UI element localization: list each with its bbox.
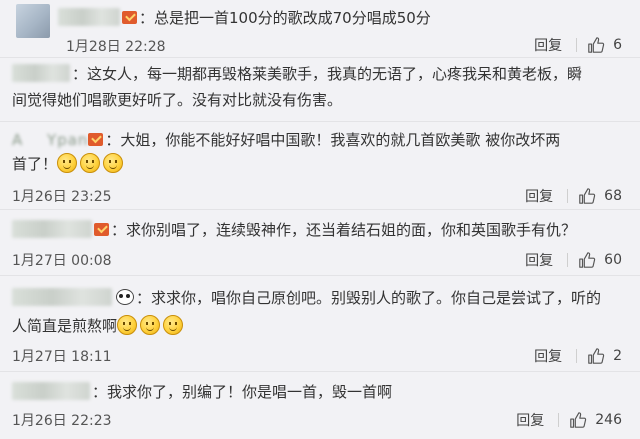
comment-date: 1月26日 23:25 (12, 189, 112, 205)
username[interactable]: A Ypan (12, 131, 88, 149)
comment-text-line-2: 首了！ (12, 155, 58, 173)
comment-text-line-1: ：大姐，你能不能好好唱中国歌！我喜欢的就几首欧美歌 被你改坏两 (105, 131, 561, 149)
comment-date: 1月27日 18:11 (12, 349, 112, 365)
comment-item: ：求求你，唱你自己原创吧。别毁别人的歌了。你自己是尝试了，听的 人简直是煎熬啊 … (0, 276, 640, 372)
verified-badge-icon (94, 223, 109, 236)
reply-button[interactable]: 回复 (534, 35, 562, 55)
divider (567, 253, 569, 267)
reply-button[interactable]: 回复 (525, 186, 553, 206)
username[interactable] (12, 220, 92, 238)
comment-text-line-1: ：求求你，唱你自己原创吧。别毁别人的歌了。你自己是尝试了，听的 (136, 289, 602, 307)
comment-text: ：总是把一首100分的歌改成70分唱成50分 (139, 9, 431, 27)
comment-item: ：我求你了，别编了！你是唱一首，毁一首啊 1月26日 22:23 回复 246 (0, 372, 640, 439)
comment-text: ：求你别唱了，连续毁神作，还当着结石姐的面，你和英国歌手有仇？ (111, 221, 577, 239)
like-count: 246 (595, 412, 622, 428)
emoji-icon (80, 153, 101, 173)
comment-item: ：总是把一首100分的歌改成70分唱成50分 1月28日 22:28 回复 6 (0, 0, 640, 58)
thumbs-up-icon[interactable] (587, 36, 605, 54)
like-count: 60 (604, 252, 622, 268)
verified-badge-icon (88, 133, 104, 146)
emoji-icon (163, 315, 184, 335)
thumbs-up-icon[interactable] (578, 251, 596, 269)
thumbs-up-icon[interactable] (569, 411, 587, 429)
comment-actions: 回复 2 (534, 346, 622, 366)
thumbs-up-icon[interactable] (587, 347, 605, 365)
comment-date: 1月27日 00:08 (12, 253, 112, 269)
comment-text-line-2: 间觉得她们唱歌更好听了。没有对比就没有伤害。 (12, 91, 343, 109)
comment-text-line-1: ：这女人，每一期都再毁格莱美歌手，我真的无语了，心疼我呆和黄老板，瞬 (72, 65, 583, 83)
comment-actions: 回复 246 (516, 410, 622, 430)
emoji-icon (57, 153, 78, 173)
comment-date: 1月26日 22:23 (12, 413, 112, 429)
comment-item: ：这女人，每一期都再毁格莱美歌手，我真的无语了，心疼我呆和黄老板，瞬 间觉得她们… (0, 58, 640, 122)
username[interactable] (12, 288, 112, 306)
reply-button[interactable]: 回复 (534, 346, 562, 366)
avatar[interactable] (16, 4, 50, 38)
username[interactable] (12, 64, 70, 82)
emoji-icon (117, 315, 138, 335)
username[interactable] (58, 8, 120, 26)
comment-actions: 回复 60 (525, 250, 622, 270)
verified-badge-icon (122, 11, 137, 24)
reply-button[interactable]: 回复 (525, 250, 553, 270)
like-count: 68 (604, 188, 622, 204)
username[interactable] (12, 382, 90, 400)
emoji-icon (103, 153, 124, 173)
comment-item: ：求你别唱了，连续毁神作，还当着结石姐的面，你和英国歌手有仇？ 1月27日 00… (0, 210, 640, 276)
divider (558, 413, 560, 427)
emoji-icon (140, 315, 161, 335)
comment-actions: 回复 6 (534, 35, 622, 55)
comment-feed: ：总是把一首100分的歌改成70分唱成50分 1月28日 22:28 回复 6 … (0, 0, 640, 439)
like-count: 2 (613, 348, 622, 364)
reply-button[interactable]: 回复 (516, 410, 544, 430)
comment-text-line-2: 人简直是煎熬啊 (12, 317, 118, 335)
comment-item: A Ypan ：大姐，你能不能好好唱中国歌！我喜欢的就几首欧美歌 被你改坏两 首了… (0, 122, 640, 210)
divider (576, 349, 578, 363)
divider (576, 38, 578, 52)
thumbs-up-icon[interactable] (578, 187, 596, 205)
divider (567, 189, 569, 203)
comment-date: 1月28日 22:28 (66, 39, 166, 55)
like-count: 6 (613, 37, 622, 53)
panda-icon (116, 289, 134, 305)
comment-actions: 回复 68 (525, 186, 622, 206)
comment-text: ：我求你了，别编了！你是唱一首，毁一首啊 (92, 383, 393, 401)
